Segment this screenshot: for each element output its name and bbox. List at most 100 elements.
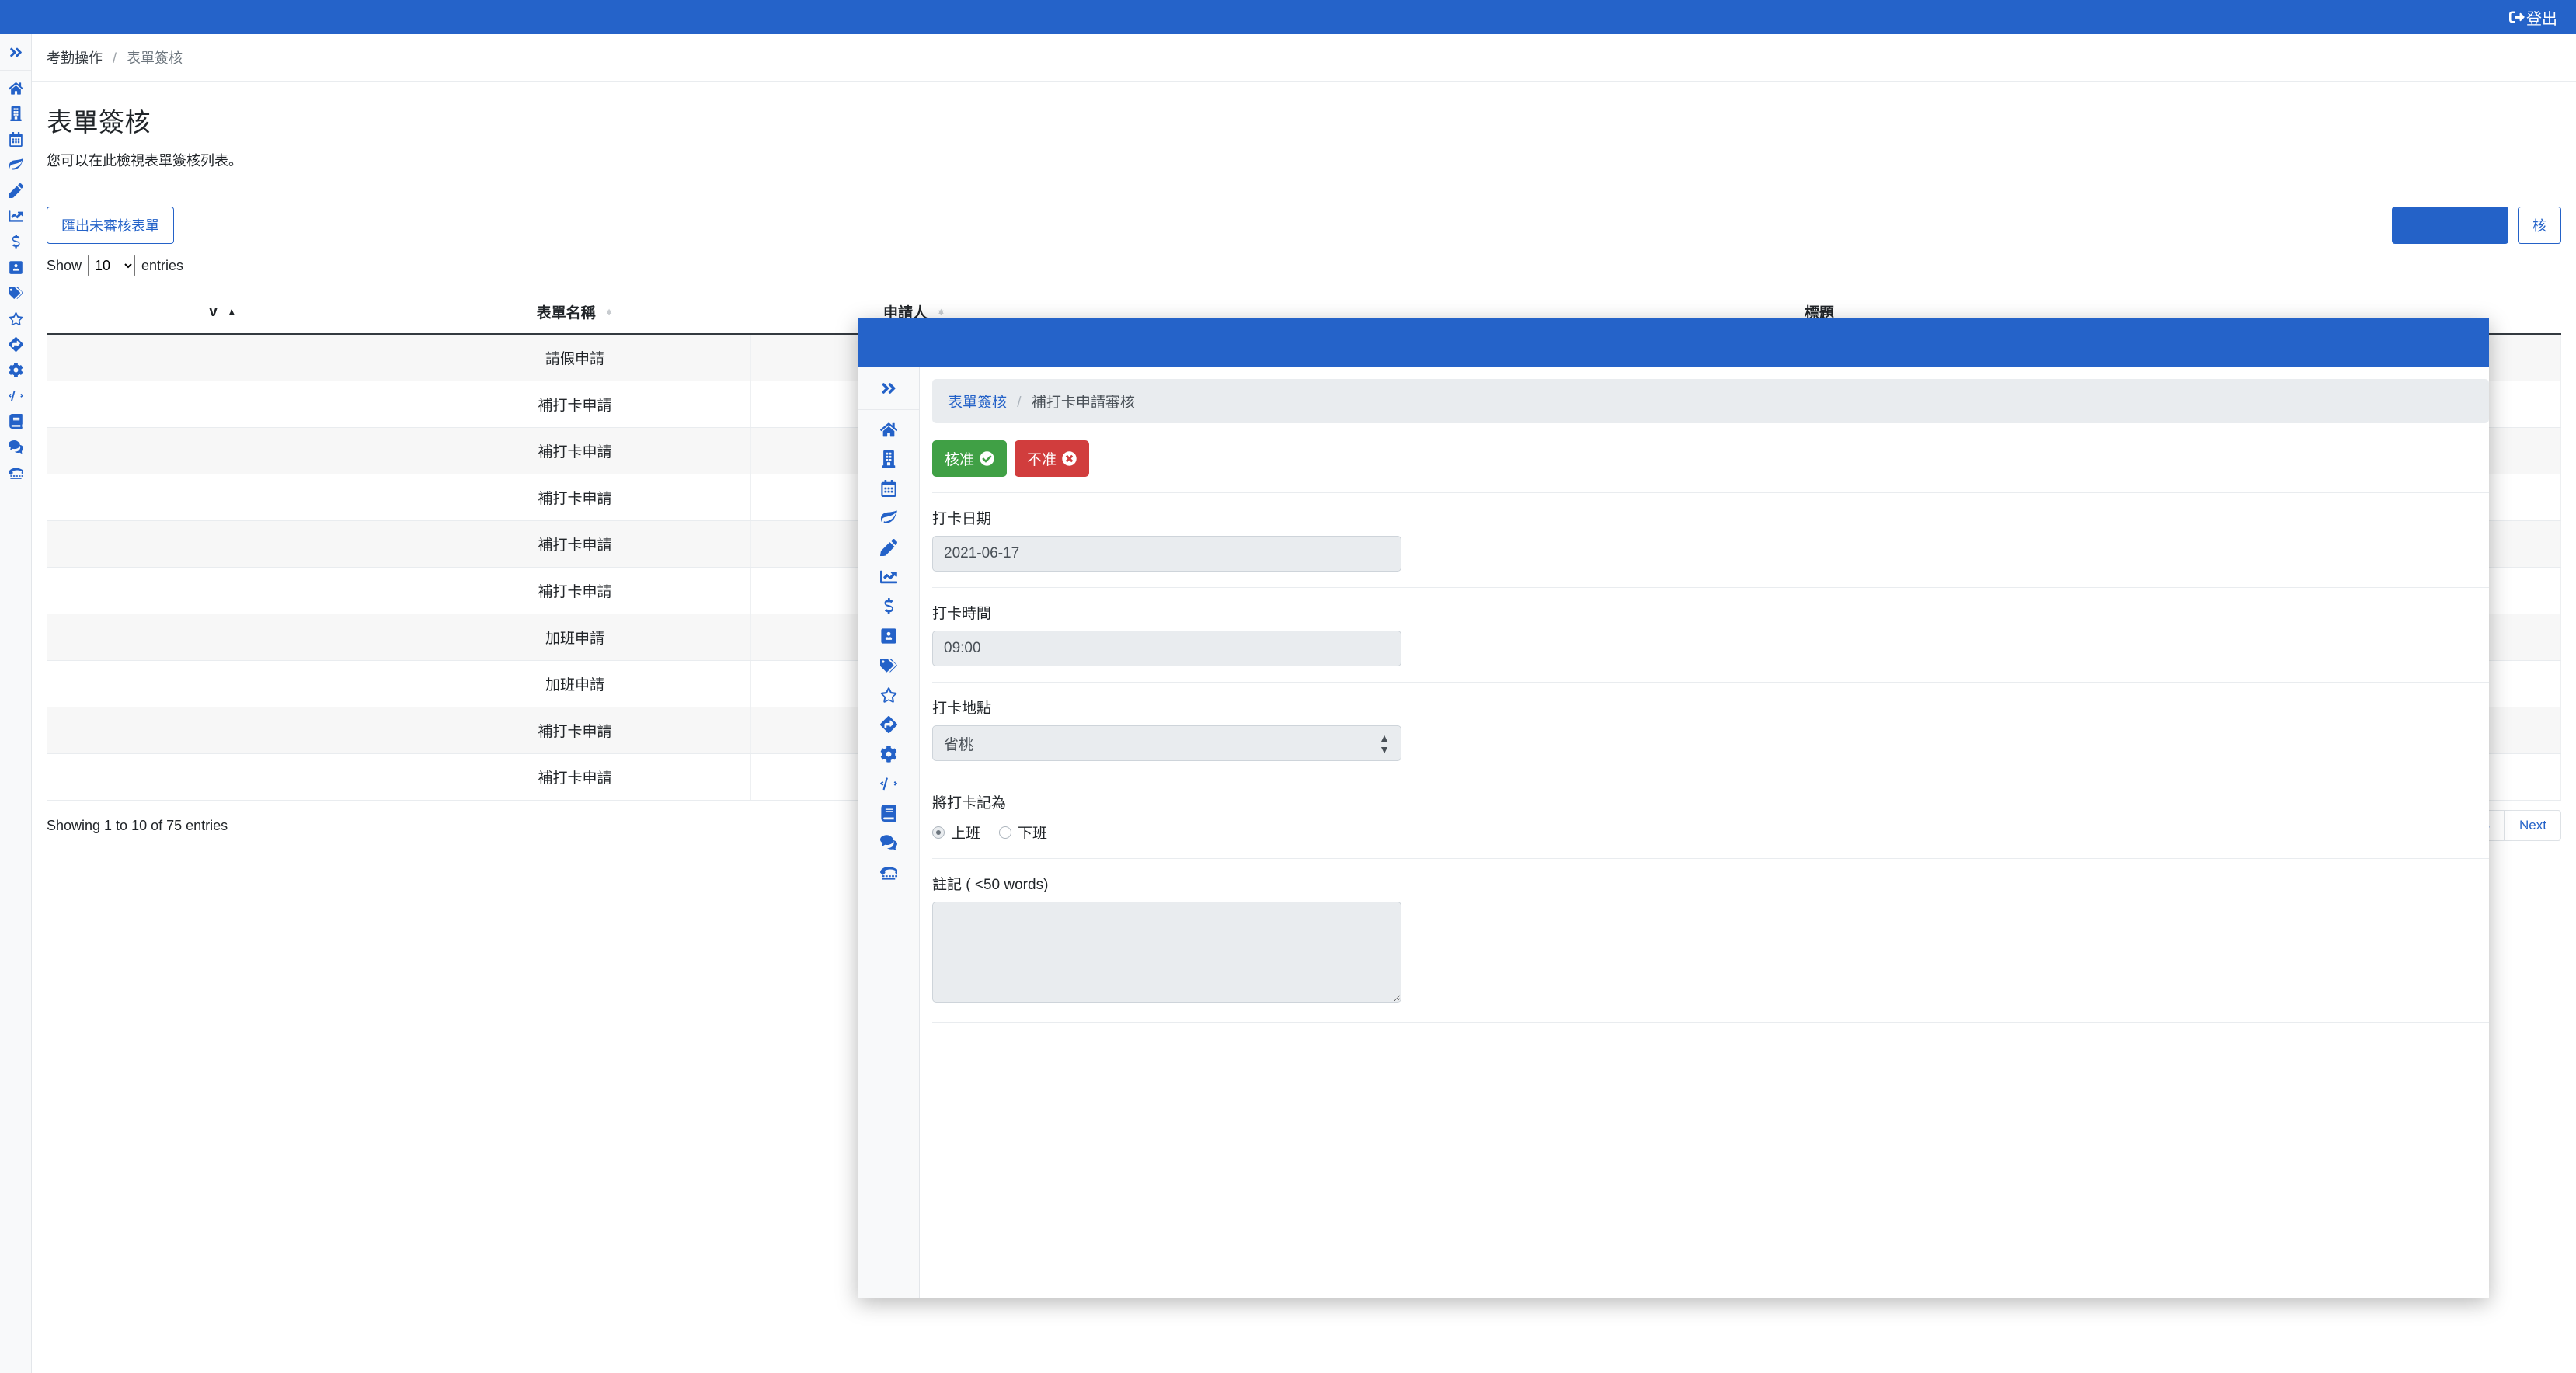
cell-form-name: 補打卡申請 xyxy=(399,428,751,474)
modal-sidebar-item-home[interactable] xyxy=(858,415,919,444)
cell-form-name: 補打卡申請 xyxy=(399,754,751,801)
modal-sidebar-item-employee[interactable] xyxy=(858,621,919,651)
modal-body: 表單簽核 / 補打卡申請審核 核准 不准 打卡日期 2021-06-17 xyxy=(858,367,2489,1298)
toolbar-right-actions: 核 xyxy=(2392,207,2561,244)
page-header: 表單簽核 您可以在此檢視表單簽核列表。 xyxy=(32,82,2576,170)
modal-sidebar-item-organization[interactable] xyxy=(858,444,919,474)
gear-icon xyxy=(9,363,23,377)
approval-actions: 核准 不准 xyxy=(920,423,2489,477)
punch-location-select[interactable]: 省桃 ▲▼ xyxy=(932,725,1401,761)
page-length-control: Show 102550100 entries xyxy=(32,238,2576,276)
punch-date-field: 打卡日期 2021-06-17 xyxy=(920,493,2489,572)
modal-sidebar-item-messages[interactable] xyxy=(858,828,919,857)
code-icon xyxy=(9,388,23,403)
modal-sidebar-item-settings[interactable] xyxy=(858,739,919,769)
punch-date-input[interactable]: 2021-06-17 xyxy=(932,536,1401,572)
column-header-v[interactable]: v ▲ xyxy=(47,290,399,334)
modal-sidebar-item-developer[interactable] xyxy=(858,769,919,798)
cell-v xyxy=(47,568,399,614)
sidebar-item-analytics[interactable] xyxy=(0,203,31,229)
comments-icon xyxy=(9,440,23,454)
directions-icon xyxy=(9,337,23,352)
sidebar-item-edit[interactable] xyxy=(0,178,31,203)
cell-v xyxy=(47,707,399,754)
punch-location-value: 省桃 xyxy=(944,733,973,754)
punch-date-value: 2021-06-17 xyxy=(944,545,1019,562)
directions-icon xyxy=(880,716,897,733)
sidebar-item-routes[interactable] xyxy=(0,332,31,357)
cell-form-name: 請假申請 xyxy=(399,334,751,381)
secondary-action-button[interactable]: 核 xyxy=(2518,207,2561,244)
cell-form-name: 補打卡申請 xyxy=(399,707,751,754)
home-icon xyxy=(880,421,897,438)
column-header-form-name[interactable]: 表單名稱 xyxy=(399,290,751,334)
punch-type-field: 將打卡記為 上班 下班 xyxy=(920,777,2489,843)
reject-button[interactable]: 不准 xyxy=(1015,440,1089,477)
sidebar-item-settings[interactable] xyxy=(0,357,31,383)
cell-form-name: 補打卡申請 xyxy=(399,568,751,614)
modal-sidebar-item-support[interactable] xyxy=(858,857,919,887)
sidebar-item-favorites[interactable] xyxy=(0,306,31,332)
modal-sidebar-item-favorites[interactable] xyxy=(858,680,919,710)
radio-unselected-icon[interactable] xyxy=(999,826,1011,839)
building-icon xyxy=(9,106,23,121)
toolbar: 匯出未審核表單 核 xyxy=(32,189,2576,238)
page-length-select[interactable]: 102550100 xyxy=(88,255,135,276)
modal-sidebar-item-tags[interactable] xyxy=(858,651,919,680)
punch-type-radio-group: 上班 下班 xyxy=(932,820,2489,843)
approve-button[interactable]: 核准 xyxy=(932,440,1007,477)
punch-location-label: 打卡地點 xyxy=(932,697,2489,718)
sidebar-item-payroll[interactable] xyxy=(0,229,31,255)
cell-v xyxy=(47,474,399,521)
modal-sidebar-item-edit[interactable] xyxy=(858,533,919,562)
chevron-updown-icon: ▲▼ xyxy=(1379,732,1390,755)
table-info: Showing 1 to 10 of 75 entries xyxy=(47,818,228,833)
modal-top-navbar xyxy=(858,318,2489,367)
sidebar-item-tags[interactable] xyxy=(0,280,31,306)
modal-sidebar-item-calendar[interactable] xyxy=(858,474,919,503)
punch-in-option[interactable]: 上班 xyxy=(932,822,980,843)
show-suffix-label: entries xyxy=(141,258,183,274)
sidebar-toggle[interactable] xyxy=(0,34,31,71)
primary-action-button[interactable] xyxy=(2392,207,2508,244)
modal-sidebar-item-leave[interactable] xyxy=(858,503,919,533)
note-label: 註記 ( <50 words) xyxy=(932,873,2489,894)
modal-sidebar-item-payroll[interactable] xyxy=(858,592,919,621)
modal-sidebar-toggle[interactable] xyxy=(858,367,919,410)
modal-sidebar-item-routes[interactable] xyxy=(858,710,919,739)
cell-v xyxy=(47,521,399,568)
code-icon xyxy=(880,775,897,792)
radio-selected-icon[interactable] xyxy=(932,826,945,839)
chart-line-icon xyxy=(9,209,23,224)
punch-out-option[interactable]: 下班 xyxy=(999,822,1047,843)
cell-v xyxy=(47,754,399,801)
sidebar-item-leave[interactable] xyxy=(0,152,31,178)
punch-time-input[interactable]: 09:00 xyxy=(932,631,1401,666)
sidebar xyxy=(0,34,32,1373)
cell-v xyxy=(47,334,399,381)
export-unapproved-button[interactable]: 匯出未審核表單 xyxy=(47,207,174,244)
pagination-next[interactable]: Next xyxy=(2505,810,2561,841)
cell-form-name: 補打卡申請 xyxy=(399,521,751,568)
sidebar-item-documents[interactable] xyxy=(0,408,31,434)
sidebar-item-messages[interactable] xyxy=(0,434,31,460)
sidebar-item-developer[interactable] xyxy=(0,383,31,408)
pencil-icon xyxy=(880,539,897,556)
note-textarea[interactable] xyxy=(932,902,1401,1003)
logout-button[interactable]: 登出 xyxy=(2509,6,2557,29)
leaf-icon xyxy=(880,509,897,527)
leaf-icon xyxy=(9,158,23,172)
modal-sidebar-item-analytics[interactable] xyxy=(858,562,919,592)
modal-breadcrumb-root[interactable]: 表單簽核 xyxy=(948,395,1007,411)
modal-sidebar-item-documents[interactable] xyxy=(858,798,919,828)
sidebar-item-calendar[interactable] xyxy=(0,127,31,152)
cell-form-name: 加班申請 xyxy=(399,661,751,707)
sidebar-item-employee[interactable] xyxy=(0,255,31,280)
sidebar-item-organization[interactable] xyxy=(0,101,31,127)
sidebar-item-support[interactable] xyxy=(0,460,31,485)
sidebar-item-home[interactable] xyxy=(0,75,31,101)
column-label-form-name: 表單名稱 xyxy=(537,301,596,322)
punch-type-label: 將打卡記為 xyxy=(932,791,2489,812)
breadcrumb-root[interactable]: 考勤操作 xyxy=(47,50,103,66)
modal-main: 表單簽核 / 補打卡申請審核 核准 不准 打卡日期 2021-06-17 xyxy=(920,367,2489,1298)
